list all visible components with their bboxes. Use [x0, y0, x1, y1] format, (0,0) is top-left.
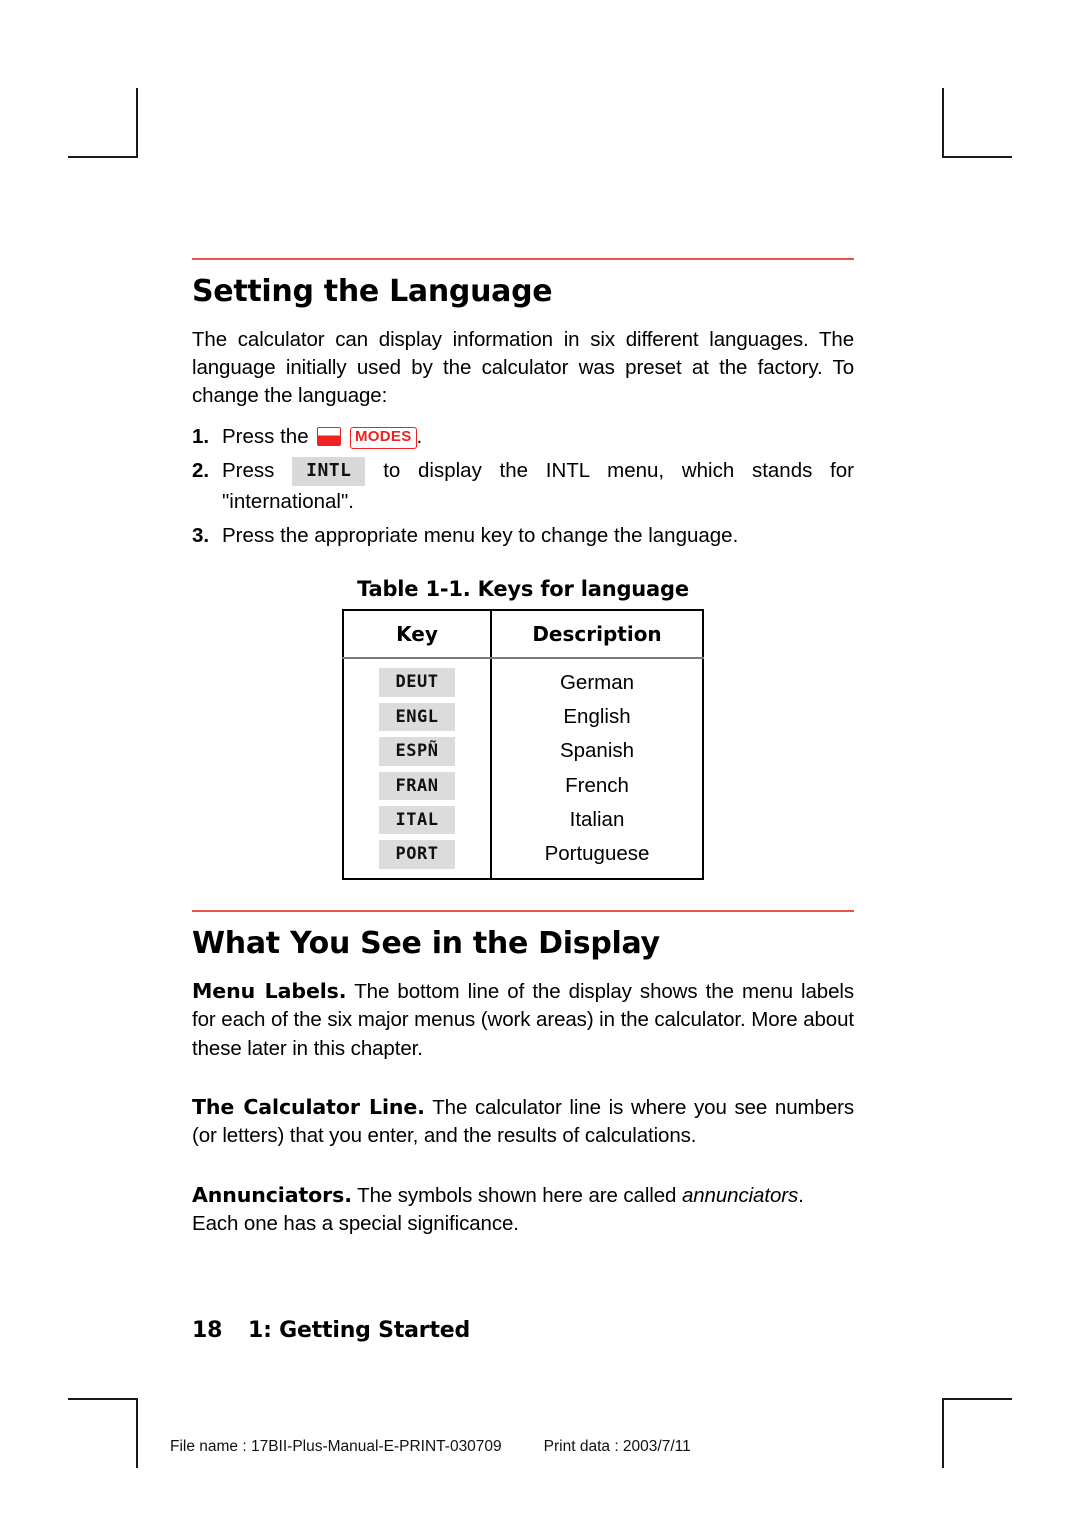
- table-caption: Table 1-1. Keys for language: [357, 577, 689, 602]
- crop-mark-bottom-right: [942, 1398, 1012, 1468]
- column-header-description: Description: [491, 610, 703, 660]
- paragraph-lead-in: The Calculator Line.: [192, 1095, 425, 1120]
- crop-mark-horizontal-rule: [68, 156, 138, 158]
- crop-mark-horizontal-rule: [942, 156, 1012, 158]
- crop-mark-horizontal-rule: [942, 1398, 1012, 1400]
- paragraph-lead-in: Annunciators.: [192, 1182, 352, 1207]
- intl-menu-key-label: INTL: [292, 457, 366, 486]
- step-text: Press the appropriate menu key to change…: [222, 523, 739, 547]
- paragraph-text-a: The symbols shown here are called: [351, 1183, 682, 1207]
- crop-mark-vertical-rule: [136, 88, 138, 158]
- table-cell-key: PORT: [343, 837, 492, 879]
- table-cell-key: FRAN: [343, 768, 492, 803]
- crop-mark-horizontal-rule: [68, 1398, 138, 1400]
- table-body: DEUT German ENGL English ESPÑ Spanish FR…: [343, 658, 703, 879]
- step-text-after: .: [416, 425, 423, 449]
- column-header-key: Key: [343, 610, 492, 660]
- table-row: FRAN French: [343, 768, 703, 803]
- page-content: Setting the Language The calculator can …: [192, 258, 854, 1248]
- table-cell-description: Spanish: [559, 739, 635, 763]
- table-row: ENGL English: [343, 699, 703, 735]
- table-cell-key: ESPÑ: [343, 734, 492, 769]
- table-cell-key: ENGL: [343, 699, 492, 735]
- page-number: 18: [192, 1318, 223, 1343]
- list-item: 3. Press the appropriate menu key to chan…: [192, 521, 854, 552]
- language-key-espn: ESPÑ: [379, 737, 455, 766]
- step-text-before: Press: [222, 459, 275, 483]
- list-item: 2. Press INTL to display the INTL menu, w…: [192, 456, 854, 518]
- section-rule-red: [192, 909, 854, 912]
- list-item: 1. Press the MODES.: [192, 422, 854, 453]
- paragraph-lead-in: Menu Labels.: [192, 979, 347, 1004]
- intro-paragraph: The calculator can display information i…: [192, 327, 854, 408]
- table-cell-description: Portuguese: [544, 842, 650, 866]
- crop-mark-vertical-rule: [942, 1398, 944, 1468]
- step-number: 2.: [192, 459, 210, 483]
- shift-key-icon: [317, 427, 342, 447]
- language-key-engl: ENGL: [379, 702, 455, 732]
- language-key-ital: ITAL: [379, 805, 455, 835]
- table-cell-description: Italian: [569, 808, 625, 832]
- step-text-before: Press the: [222, 425, 309, 449]
- language-key-fran: FRAN: [379, 771, 455, 800]
- keys-for-language-table: Key Description DEUT German ENGL English: [342, 609, 704, 880]
- step-number: 3.: [192, 523, 210, 547]
- paragraph-calculator-line: The Calculator Line. The calculator line…: [192, 1093, 854, 1151]
- table-row: DEUT German: [343, 658, 703, 700]
- section-rule-red: [192, 258, 854, 260]
- file-name-label: File name : 17BII-Plus-Manual-E-PRINT-03…: [170, 1438, 502, 1455]
- table-cell-description: French: [565, 773, 629, 797]
- table-cell-description: German: [559, 670, 635, 694]
- language-key-port: PORT: [379, 840, 455, 869]
- page-footer: 18 1: Getting Started: [192, 1318, 470, 1343]
- crop-mark-top-left: [68, 88, 138, 158]
- crop-mark-vertical-rule: [136, 1398, 138, 1468]
- table-cell-description: English: [563, 704, 631, 728]
- print-production-info: File name : 17BII-Plus-Manual-E-PRINT-03…: [170, 1438, 910, 1456]
- paragraph-menu-labels: Menu Labels. The bottom line of the disp…: [192, 977, 854, 1063]
- page-title: Setting the Language: [192, 274, 553, 309]
- table-header: Key Description: [343, 610, 703, 660]
- crop-mark-vertical-rule: [942, 88, 944, 158]
- manual-page: Setting the Language The calculator can …: [0, 0, 1080, 1526]
- italic-term: annunciators: [681, 1183, 799, 1207]
- section-title-display: What You See in the Display: [192, 925, 660, 961]
- modes-key-label: MODES: [350, 427, 417, 450]
- table-row: ESPÑ Spanish: [343, 734, 703, 769]
- paragraph-annunciators: Annunciators. The symbols shown here are…: [192, 1181, 854, 1239]
- table-cell-key: DEUT: [343, 658, 492, 700]
- table-row: PORT Portuguese: [343, 837, 703, 879]
- step-number: 1.: [192, 425, 210, 449]
- table-cell-key: ITAL: [343, 802, 492, 838]
- procedure-step-list: 1. Press the MODES. 2. Press INTL to displ…: [192, 422, 854, 551]
- table-row: ITAL Italian: [343, 802, 703, 838]
- print-date-label: Print data : 2003/7/11: [543, 1438, 691, 1455]
- table-header-row: Key Description: [343, 610, 703, 660]
- chapter-title: 1: Getting Started: [248, 1318, 471, 1343]
- crop-mark-top-right: [942, 88, 1012, 158]
- language-key-deut: DEUT: [379, 668, 455, 697]
- crop-mark-bottom-left: [68, 1398, 138, 1468]
